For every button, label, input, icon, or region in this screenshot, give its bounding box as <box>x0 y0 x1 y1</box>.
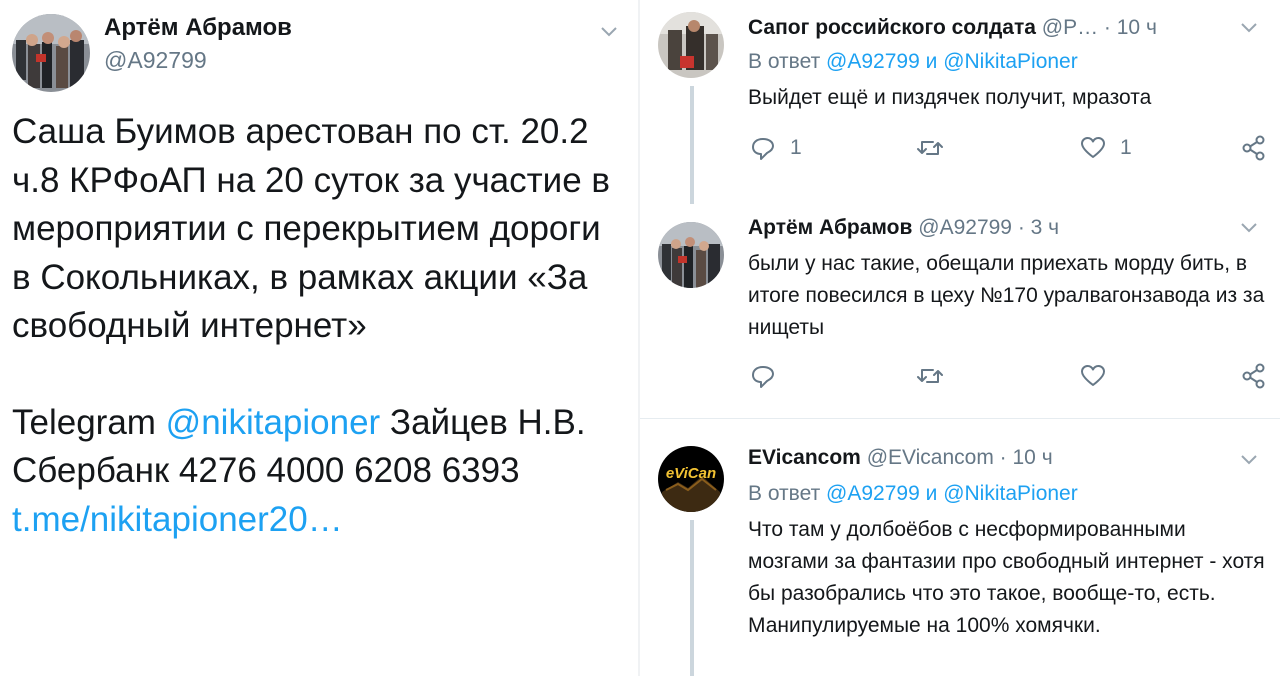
reply-3-in-reply-to: В ответ @A92799 и @NikitaPioner <box>748 482 1078 506</box>
reply-1-reply-button[interactable]: 1 <box>750 134 802 162</box>
main-tweet-author-handle[interactable]: @A92799 <box>104 47 207 74</box>
reply-2-like-button[interactable] <box>1080 362 1106 390</box>
reply-2-meta: @A92799 · 3 ч <box>918 216 1060 239</box>
retweet-icon <box>917 141 943 155</box>
reply-1-and: и <box>919 50 944 73</box>
speech-bubble-icon <box>752 366 774 388</box>
reply-2-reply-button[interactable] <box>750 362 790 390</box>
main-tweet-url-link[interactable]: t.me/nikitapioner20… <box>12 500 343 539</box>
reply-3-mention-nikitapioner[interactable]: @NikitaPioner <box>943 482 1078 505</box>
reply-1-avatar[interactable] <box>658 12 724 78</box>
reply-1-reply-prefix: В ответ <box>748 50 827 73</box>
share-icon <box>1242 135 1265 161</box>
reply-1-like-count: 1 <box>1120 136 1132 159</box>
reply-3-meta: @EVicancom · 10 ч <box>866 446 1053 469</box>
reply-3-reply-prefix: В ответ <box>748 482 827 505</box>
reply-1-share-button[interactable] <box>1240 134 1268 162</box>
main-tweet-sberbank-line: Сбербанк 4276 4000 6208 6393 <box>12 451 520 490</box>
reply-3-and: и <box>919 482 944 505</box>
reply-1-retweet-button[interactable] <box>916 134 944 162</box>
thread-line-1 <box>690 86 694 204</box>
reply-1-meta: @P… · 10 ч <box>1041 16 1157 39</box>
main-tweet-avatar[interactable] <box>12 14 90 92</box>
reply-1-mention-a92799[interactable]: @A92799 <box>826 50 920 73</box>
reply-1-reply-count: 1 <box>790 136 802 159</box>
reply-1-mention-nikitapioner[interactable]: @NikitaPioner <box>943 50 1078 73</box>
reply-1-author-name[interactable]: Сапог российского солдата <box>748 16 1036 39</box>
evican-logo-text: eViCan <box>666 465 716 482</box>
reply-3-mention-a92799[interactable]: @A92799 <box>826 482 920 505</box>
main-tweet-author-name[interactable]: Артём Абрамов <box>104 14 292 42</box>
telegram-prefix: Telegram <box>12 402 166 442</box>
reply-2-text: были у нас такие, обещали приехать морду… <box>748 252 1265 339</box>
main-tweet: Артём Абрамов @A92799 Саша Буимов аресто… <box>0 0 640 676</box>
main-tweet-text-part1: Саша Буимов арестован по ст. 20.2 ч.8 КР… <box>12 112 611 345</box>
main-tweet-text: Саша Буимов арестован по ст. 20.2 ч.8 КР… <box>12 108 627 544</box>
reply-1-menu-chevron-down-icon[interactable] <box>1238 16 1260 38</box>
reply-2-author-name[interactable]: Артём Абрамов <box>748 216 912 239</box>
reply-separator <box>640 418 1280 419</box>
reply-3-author-name[interactable]: EVicancom <box>748 446 861 469</box>
telegram-mention-link[interactable]: @nikitapioner <box>166 403 381 442</box>
share-icon <box>1242 363 1265 389</box>
reply-3-avatar[interactable]: eViCan <box>658 446 724 512</box>
heart-icon <box>1081 365 1105 386</box>
reply-1-text: Выйдет ещё и пиздячек получит, мразота <box>748 86 1152 109</box>
replies-panel: Сапог российского солдата @P… · 10 ч В о… <box>640 0 1280 676</box>
reply-2-menu-chevron-down-icon[interactable] <box>1238 216 1260 238</box>
reply-2-avatar[interactable] <box>658 222 724 288</box>
retweet-icon <box>917 369 943 383</box>
reply-2-retweet-button[interactable] <box>916 362 944 390</box>
reply-1-in-reply-to: В ответ @A92799 и @NikitaPioner <box>748 50 1078 74</box>
reply-1-like-button[interactable]: 1 <box>1080 134 1132 162</box>
main-tweet-telegram-line: Telegram @nikitapioner Зайцев Н.В. <box>12 399 627 448</box>
reply-3-text: Что там у долбоёбов с несформированными … <box>748 518 1265 637</box>
telegram-suffix: Зайцев Н.В. <box>380 402 586 442</box>
reply-3-menu-chevron-down-icon[interactable] <box>1238 448 1260 470</box>
speech-bubble-icon <box>752 138 774 160</box>
thread-line-3 <box>690 520 694 676</box>
main-tweet-menu-chevron-down-icon[interactable] <box>598 20 620 42</box>
heart-icon <box>1081 137 1105 158</box>
reply-2-share-button[interactable] <box>1240 362 1268 390</box>
